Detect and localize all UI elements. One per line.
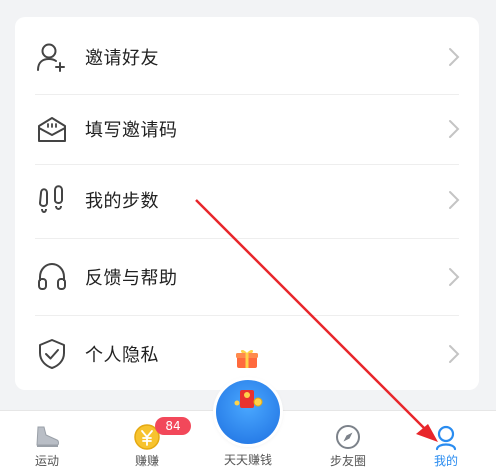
earn-badge: 84 <box>155 417 191 435</box>
tab-sport[interactable]: 运动 <box>12 411 82 475</box>
menu-item-invite-friends[interactable]: 邀请好友 <box>15 20 479 94</box>
compass-icon <box>336 425 360 449</box>
menu-item-enter-invite-code[interactable]: 填写邀请码 <box>15 92 479 166</box>
chevron-right-icon <box>449 120 460 138</box>
gift-icon[interactable] <box>235 347 259 369</box>
shoe-icon <box>36 426 59 447</box>
center-earn-button[interactable] <box>216 380 280 444</box>
divider <box>35 238 459 239</box>
menu-card: 邀请好友 填写邀请码 我的步数 反馈与帮助 个人隐私 <box>15 17 479 390</box>
tab-mine[interactable]: 我的 <box>411 411 481 475</box>
menu-item-label: 我的步数 <box>85 191 159 212</box>
menu-item-label: 填写邀请码 <box>85 120 178 141</box>
add-user-icon <box>37 43 65 72</box>
red-envelope-icon <box>234 390 263 408</box>
footprints-icon <box>38 185 63 213</box>
envelope-icon <box>38 117 66 142</box>
menu-item-label: 反馈与帮助 <box>85 268 178 289</box>
profile-icon <box>435 425 457 451</box>
tab-step-circle[interactable]: 步友圈 <box>313 411 383 475</box>
tab-label: 天天赚钱 <box>223 453 272 467</box>
chevron-right-icon <box>449 48 460 66</box>
chevron-right-icon <box>449 345 460 363</box>
menu-item-feedback-help[interactable]: 反馈与帮助 <box>15 240 479 314</box>
menu-item-label: 个人隐私 <box>85 345 159 366</box>
shield-check-icon <box>39 339 65 369</box>
chevron-right-icon <box>449 191 460 209</box>
tab-label: 赚赚 <box>134 454 159 468</box>
tab-label: 运动 <box>34 454 59 468</box>
menu-item-my-steps[interactable]: 我的步数 <box>15 163 479 237</box>
chevron-right-icon <box>449 268 460 286</box>
menu-item-label: 邀请好友 <box>85 48 159 69</box>
divider <box>35 315 459 316</box>
tab-label: 我的 <box>433 454 458 468</box>
headphones-icon <box>38 262 66 290</box>
tab-label: 步友圈 <box>329 454 366 468</box>
